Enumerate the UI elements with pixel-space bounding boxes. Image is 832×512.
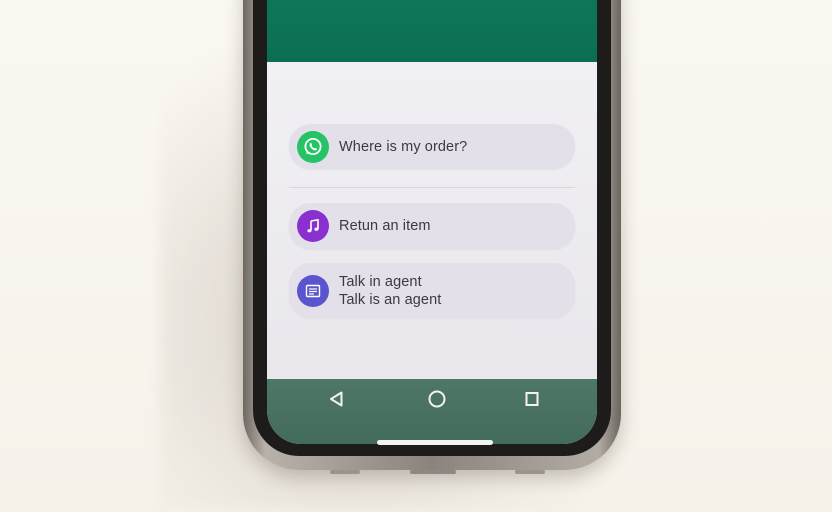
home-indicator[interactable]	[377, 440, 493, 445]
option-talk-to-agent[interactable]: Talk in agent Talk is an agent	[289, 263, 575, 318]
option-label-line1: Talk in agent	[339, 273, 422, 290]
phone-screen: Where is my order? Retun an item Talk in…	[267, 0, 597, 444]
back-icon[interactable]	[325, 387, 349, 411]
music-note-icon	[297, 210, 329, 242]
phone-bezel: Where is my order? Retun an item Talk in…	[253, 0, 611, 456]
app-header-bar	[267, 0, 597, 62]
charging-port	[410, 470, 456, 474]
home-icon[interactable]	[425, 387, 449, 411]
option-label: Where is my order?	[339, 138, 468, 155]
divider	[289, 187, 575, 188]
speaker-grille-right	[515, 470, 545, 474]
whatsapp-icon	[297, 130, 329, 163]
option-return-an-item[interactable]: Retun an item	[289, 203, 575, 249]
option-label-line2: Talk is an agent	[339, 291, 442, 308]
phone-device: Where is my order? Retun an item Talk in…	[243, 0, 621, 470]
speaker-grille-left	[330, 470, 360, 474]
option-label-group: Talk in agent Talk is an agent	[339, 273, 441, 309]
android-nav-bar	[267, 379, 597, 444]
option-where-is-my-order[interactable]: Where is my order?	[289, 124, 575, 169]
chat-options-panel: Where is my order? Retun an item Talk in…	[267, 62, 597, 379]
recents-icon[interactable]	[520, 387, 544, 411]
document-icon	[297, 274, 329, 307]
option-label: Retun an item	[339, 218, 431, 234]
